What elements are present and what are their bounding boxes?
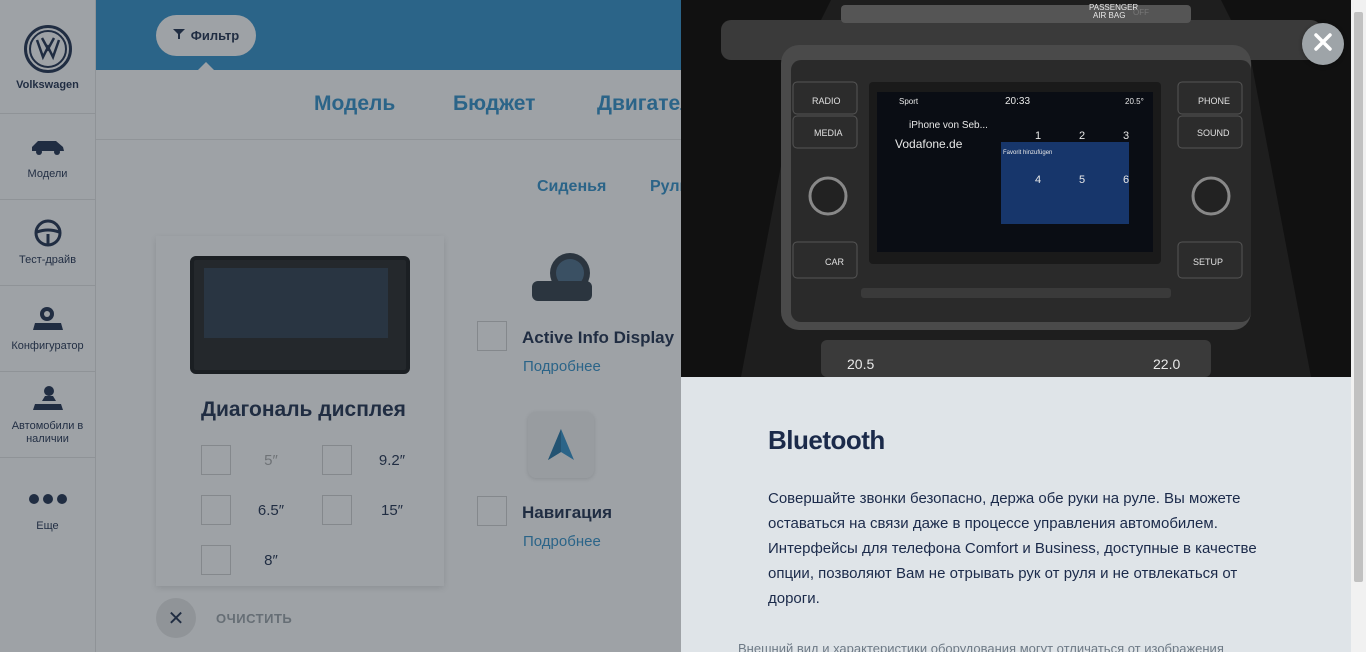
preset-number: 1 [1035, 130, 1042, 142]
phone-button-label: PHONE [1198, 96, 1231, 106]
media-button-label: MEDIA [814, 128, 843, 138]
airbag-label: AIR BAG [1093, 11, 1126, 20]
radio-button-label: RADIO [812, 96, 841, 106]
airbag-off-label: OFF [1133, 8, 1149, 17]
modal-image-radio: PASSENGER AIR BAG OFF RADIO MEDIA CAR PH… [681, 0, 1351, 377]
preset-number: 2 [1079, 130, 1086, 142]
preset-number: 5 [1079, 174, 1086, 186]
page: Volkswagen Модели Тест-драйв Конфигурато… [0, 0, 1366, 652]
setup-button-label: SETUP [1193, 257, 1224, 267]
modal-description: Совершайте звонки безопасно, держа обе р… [768, 490, 1257, 607]
scrollbar-thumb[interactable] [1354, 12, 1363, 582]
car-button-label: CAR [825, 257, 845, 267]
preset-number: 4 [1035, 174, 1042, 186]
sound-button-label: SOUND [1197, 128, 1230, 138]
modal-body: Bluetooth Совершайте звонки безопасно, д… [681, 377, 1351, 652]
close-icon [1313, 32, 1333, 57]
screen-temp: 20.5° [1125, 97, 1144, 106]
modal-disclaimer: Внешний вид и характеристики оборудовани… [738, 641, 1224, 652]
screen-time: 20:33 [1005, 96, 1031, 107]
modal-scrollbar[interactable] [1351, 0, 1366, 652]
feature-modal: PASSENGER AIR BAG OFF RADIO MEDIA CAR PH… [681, 0, 1351, 652]
preset-number: 3 [1123, 130, 1130, 142]
climate-temp-left: 20.5 [847, 356, 875, 372]
preset-label: Favorit hinzufügen [1003, 150, 1053, 156]
screen-station: Vodafone.de [895, 137, 963, 151]
screen-mode: Sport [899, 97, 919, 106]
close-modal-button[interactable] [1302, 23, 1344, 65]
screen-device: iPhone von Seb... [909, 120, 988, 131]
preset-number: 6 [1123, 174, 1130, 186]
modal-title: Bluetooth [768, 425, 885, 455]
climate-temp-right: 22.0 [1153, 356, 1181, 372]
